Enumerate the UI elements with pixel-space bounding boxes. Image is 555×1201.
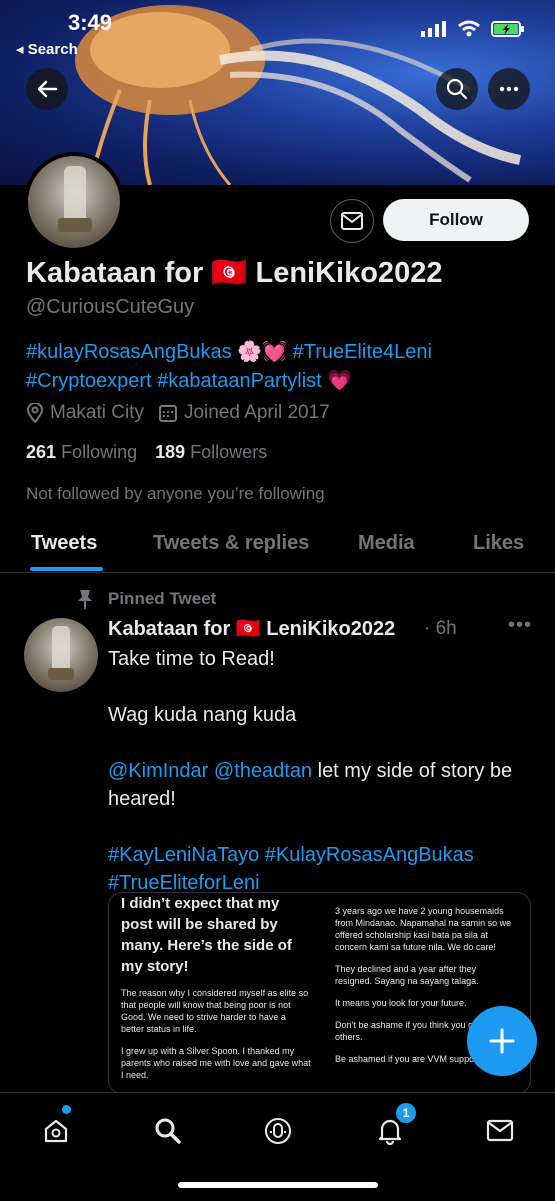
tweet-text: Take time to Read! Wag kuda nang kuda @K… bbox=[108, 645, 538, 897]
tweet-line-1: Take time to Read! bbox=[108, 648, 275, 670]
pinned-label: Pinned Tweet bbox=[108, 589, 217, 608]
pin-icon bbox=[78, 590, 92, 609]
profile-tabs: Tweets Tweets & replies Media Likes bbox=[0, 522, 555, 573]
tweet-image[interactable]: I didn’t expect that my post will be sha… bbox=[108, 892, 531, 1094]
avatar-photo bbox=[58, 166, 92, 232]
status-icons bbox=[421, 20, 525, 38]
spaces-icon bbox=[265, 1118, 291, 1144]
mention-link[interactable]: @theadtan bbox=[214, 760, 312, 782]
tweet-line-2: Wag kuda nang kuda bbox=[108, 704, 297, 726]
bio-line-1[interactable]: #kulayRosasAngBukas 🌸💓 #TrueElite4Leni bbox=[26, 338, 536, 367]
clock: 3:49 bbox=[68, 10, 113, 35]
following-label: Following bbox=[61, 442, 138, 462]
back-button[interactable] bbox=[26, 68, 68, 110]
profile-handle: @CuriousCuteGuy bbox=[26, 296, 195, 318]
tweet-time[interactable]: · 6h bbox=[424, 618, 457, 640]
joined-text: Joined April 2017 bbox=[183, 402, 330, 423]
plus-icon bbox=[489, 1028, 515, 1054]
image-text: 3 years ago we have 2 young housemaids f… bbox=[335, 906, 512, 952]
hashtag-line-1[interactable]: #KayLeniNaTayo #KulayRosasAngBukas bbox=[108, 841, 538, 869]
tweet-avatar[interactable] bbox=[24, 618, 98, 692]
profile-avatar[interactable] bbox=[24, 152, 124, 252]
followers-label: Followers bbox=[190, 442, 268, 462]
nav-messages[interactable] bbox=[480, 1111, 520, 1151]
arrow-left-icon bbox=[37, 80, 58, 98]
mention-link[interactable]: @KimIndar bbox=[108, 760, 208, 782]
image-column-1: I didn’t expect that my post will be sha… bbox=[121, 893, 311, 1091]
image-text: They declined and a year after they resi… bbox=[335, 964, 479, 986]
nav-spaces[interactable] bbox=[258, 1111, 298, 1151]
battery-icon bbox=[491, 21, 524, 37]
notifications-badge: 1 bbox=[396, 1103, 416, 1123]
nav-home[interactable] bbox=[36, 1111, 76, 1151]
search-icon bbox=[446, 78, 468, 100]
signal-icon bbox=[421, 21, 446, 37]
tweet-more-icon[interactable]: ••• bbox=[508, 614, 532, 637]
image-heading: I didn’t expect that my post will be sha… bbox=[121, 895, 292, 975]
profile-meta: Makati City Joined April 2017 bbox=[26, 402, 330, 424]
message-button[interactable] bbox=[330, 199, 374, 243]
tweet-author[interactable]: Kabataan for 🇹🇳 LeniKiko2022 bbox=[108, 616, 395, 641]
tab-tweets-replies[interactable]: Tweets & replies bbox=[153, 532, 309, 555]
search-icon bbox=[155, 1118, 181, 1144]
avatar-photo bbox=[48, 626, 74, 680]
follow-button[interactable]: Follow bbox=[383, 199, 529, 241]
home-indicator bbox=[178, 1182, 378, 1188]
location: Makati City bbox=[26, 402, 144, 424]
status-bar: 3:49 ◂ Search bbox=[0, 0, 555, 60]
image-text: It means you look for your future. bbox=[335, 998, 467, 1008]
calendar-icon bbox=[158, 405, 177, 422]
more-horizontal-icon bbox=[499, 86, 519, 92]
nav-search[interactable] bbox=[148, 1111, 188, 1151]
compose-tweet-button[interactable] bbox=[467, 1006, 537, 1076]
back-to-search-link[interactable]: ◂ Search bbox=[16, 40, 78, 58]
tweet-line-3: @KimIndar @theadtan let my side of story… bbox=[108, 757, 538, 813]
not-followed-note: Not followed by anyone you’re following bbox=[26, 484, 325, 503]
search-button[interactable] bbox=[436, 68, 478, 110]
more-options-button[interactable] bbox=[488, 68, 530, 110]
envelope-icon bbox=[341, 212, 363, 230]
home-unread-dot bbox=[62, 1105, 71, 1114]
profile-name: Kabataan for 🇹🇳 LeniKiko2022 bbox=[26, 257, 443, 289]
tab-likes[interactable]: Likes bbox=[473, 532, 524, 555]
following-count: 261 bbox=[26, 442, 57, 462]
join-date: Joined April 2017 bbox=[158, 402, 330, 424]
home-icon bbox=[44, 1119, 68, 1143]
image-text: I grew up with a Silver Spoon. I thanked… bbox=[121, 1046, 311, 1080]
tab-tweets[interactable]: Tweets bbox=[31, 532, 97, 555]
profile-bio: #kulayRosasAngBukas 🌸💓 #TrueElite4Leni #… bbox=[26, 338, 536, 396]
location-pin-icon bbox=[26, 403, 44, 423]
followers-link[interactable]: 189 Followers bbox=[155, 442, 267, 463]
wifi-icon bbox=[458, 20, 480, 37]
following-link[interactable]: 261 Following bbox=[26, 442, 137, 463]
envelope-icon bbox=[486, 1119, 514, 1142]
follow-stats: 261 Following 189 Followers bbox=[26, 442, 267, 463]
image-text: The reason why I considered myself as el… bbox=[121, 988, 309, 1034]
location-text: Makati City bbox=[50, 402, 144, 423]
active-tab-indicator bbox=[30, 567, 103, 571]
followers-count: 189 bbox=[155, 442, 186, 462]
tab-media[interactable]: Media bbox=[358, 532, 415, 555]
bio-line-2[interactable]: #Cryptoexpert #kabataanPartylist 💗 bbox=[26, 367, 536, 396]
